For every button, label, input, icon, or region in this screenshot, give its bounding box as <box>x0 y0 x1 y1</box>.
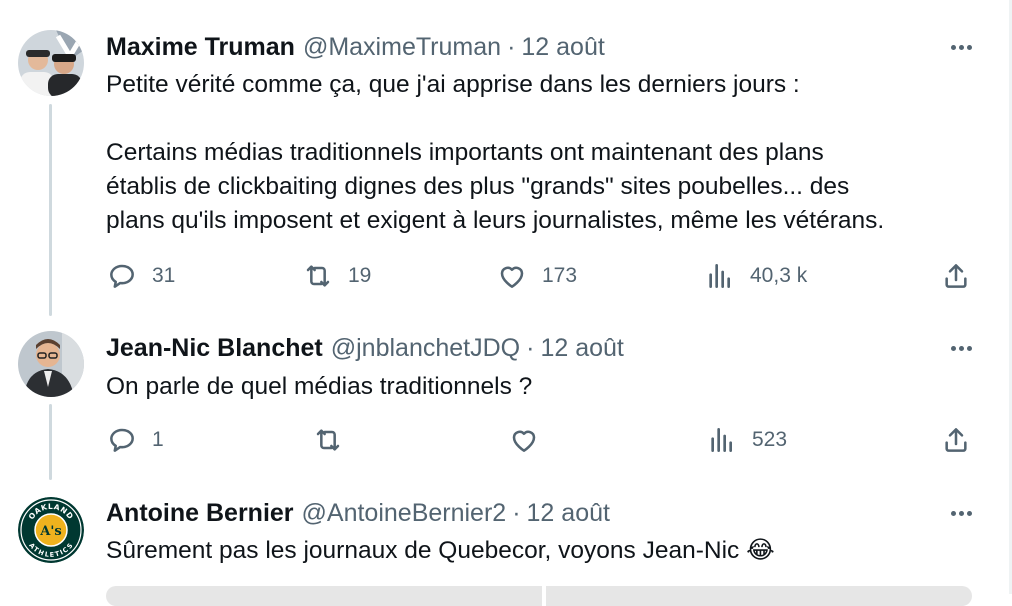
logo-text-center: A's <box>39 524 61 539</box>
paragraph-break <box>106 102 976 136</box>
tweet-text-line: Sûrement pas les journaux de Quebecor, v… <box>106 537 775 564</box>
reply-count: 1 <box>152 428 164 451</box>
thread-line <box>49 404 52 480</box>
reply-icon <box>110 428 134 452</box>
tweet-date[interactable]: 12 août <box>527 499 610 528</box>
share-button[interactable] <box>940 420 972 460</box>
retweet-button[interactable]: 19 <box>302 256 371 296</box>
like-icon <box>500 266 524 288</box>
like-button[interactable]: 173 <box>496 256 577 296</box>
separator-dot: · <box>507 32 516 61</box>
views-count: 40,3 k <box>750 264 808 287</box>
separator-dot: · <box>512 498 521 527</box>
like-count: 173 <box>542 264 578 287</box>
tweet-media[interactable] <box>106 586 972 606</box>
tweet-date[interactable]: 12 août <box>521 33 604 62</box>
tweet-text-line: On parle de quel médias traditionnels ? <box>106 373 533 400</box>
share-icon <box>945 428 967 452</box>
tweet-text: On parle de quel médias traditionnels ? <box>106 370 976 404</box>
thread-line <box>49 104 52 316</box>
tweet-header: Maxime Truman @MaximeTruman · 12 août <box>106 30 605 64</box>
share-icon <box>945 264 967 288</box>
more-icon[interactable] <box>946 333 976 363</box>
tweet-text: Sûrement pas les journaux de Quebecor, v… <box>106 534 976 568</box>
avatar[interactable] <box>18 30 84 96</box>
author-handle[interactable]: @MaximeTruman <box>303 33 501 62</box>
views-count: 523 <box>752 428 788 451</box>
tweet-text-line: Petite vérité comme ça, que j'ai apprise… <box>106 71 800 98</box>
reply-button[interactable]: 1 <box>106 420 164 460</box>
like-button[interactable] <box>508 420 554 460</box>
share-button[interactable] <box>940 256 972 296</box>
media-divider <box>542 586 546 606</box>
author-name[interactable]: Jean-Nic Blanchet <box>106 334 323 363</box>
views-button[interactable]: 40,3 k <box>704 256 807 296</box>
separator-dot: · <box>526 333 535 362</box>
tweet-text-line: Certains médias traditionnels importants… <box>106 139 824 166</box>
tweet-text: Petite vérité comme ça, que j'ai apprise… <box>106 68 976 238</box>
tweet-text-line: établis de clickbaiting dignes des plus … <box>106 173 850 200</box>
tweet-date[interactable]: 12 août <box>540 334 623 363</box>
author-name[interactable]: Maxime Truman <box>106 33 295 62</box>
retweet-icon <box>316 429 340 451</box>
tweet-text-line: plans qu'ils imposent et exigent à leurs… <box>106 207 885 234</box>
views-icon <box>709 264 730 288</box>
views-button[interactable]: 523 <box>706 420 787 460</box>
reply-icon <box>110 264 134 288</box>
reply-button[interactable]: 31 <box>106 256 175 296</box>
retweet-count: 19 <box>348 264 372 287</box>
avatar[interactable] <box>18 331 84 397</box>
more-icon[interactable] <box>946 32 976 62</box>
like-icon <box>512 430 536 452</box>
reply-count: 31 <box>152 264 176 287</box>
views-icon <box>711 428 732 452</box>
tweet-header: Jean-Nic Blanchet @jnblanchetJDQ · 12 ao… <box>106 331 624 365</box>
more-icon[interactable] <box>946 498 976 528</box>
avatar[interactable]: OAKLAND ATHLETICS A's <box>18 497 84 563</box>
author-name[interactable]: Antoine Bernier <box>106 499 294 528</box>
author-handle[interactable]: @jnblanchetJDQ <box>331 334 520 363</box>
tweet-actions: 1 523 <box>106 420 976 460</box>
retweet-button[interactable] <box>312 420 358 460</box>
tweet-header: Antoine Bernier @AntoineBernier2 · 12 ao… <box>106 496 610 530</box>
retweet-icon <box>306 265 330 287</box>
tweet-actions: 31 19 173 40,3 k <box>106 256 976 296</box>
author-handle[interactable]: @AntoineBernier2 <box>302 499 507 528</box>
